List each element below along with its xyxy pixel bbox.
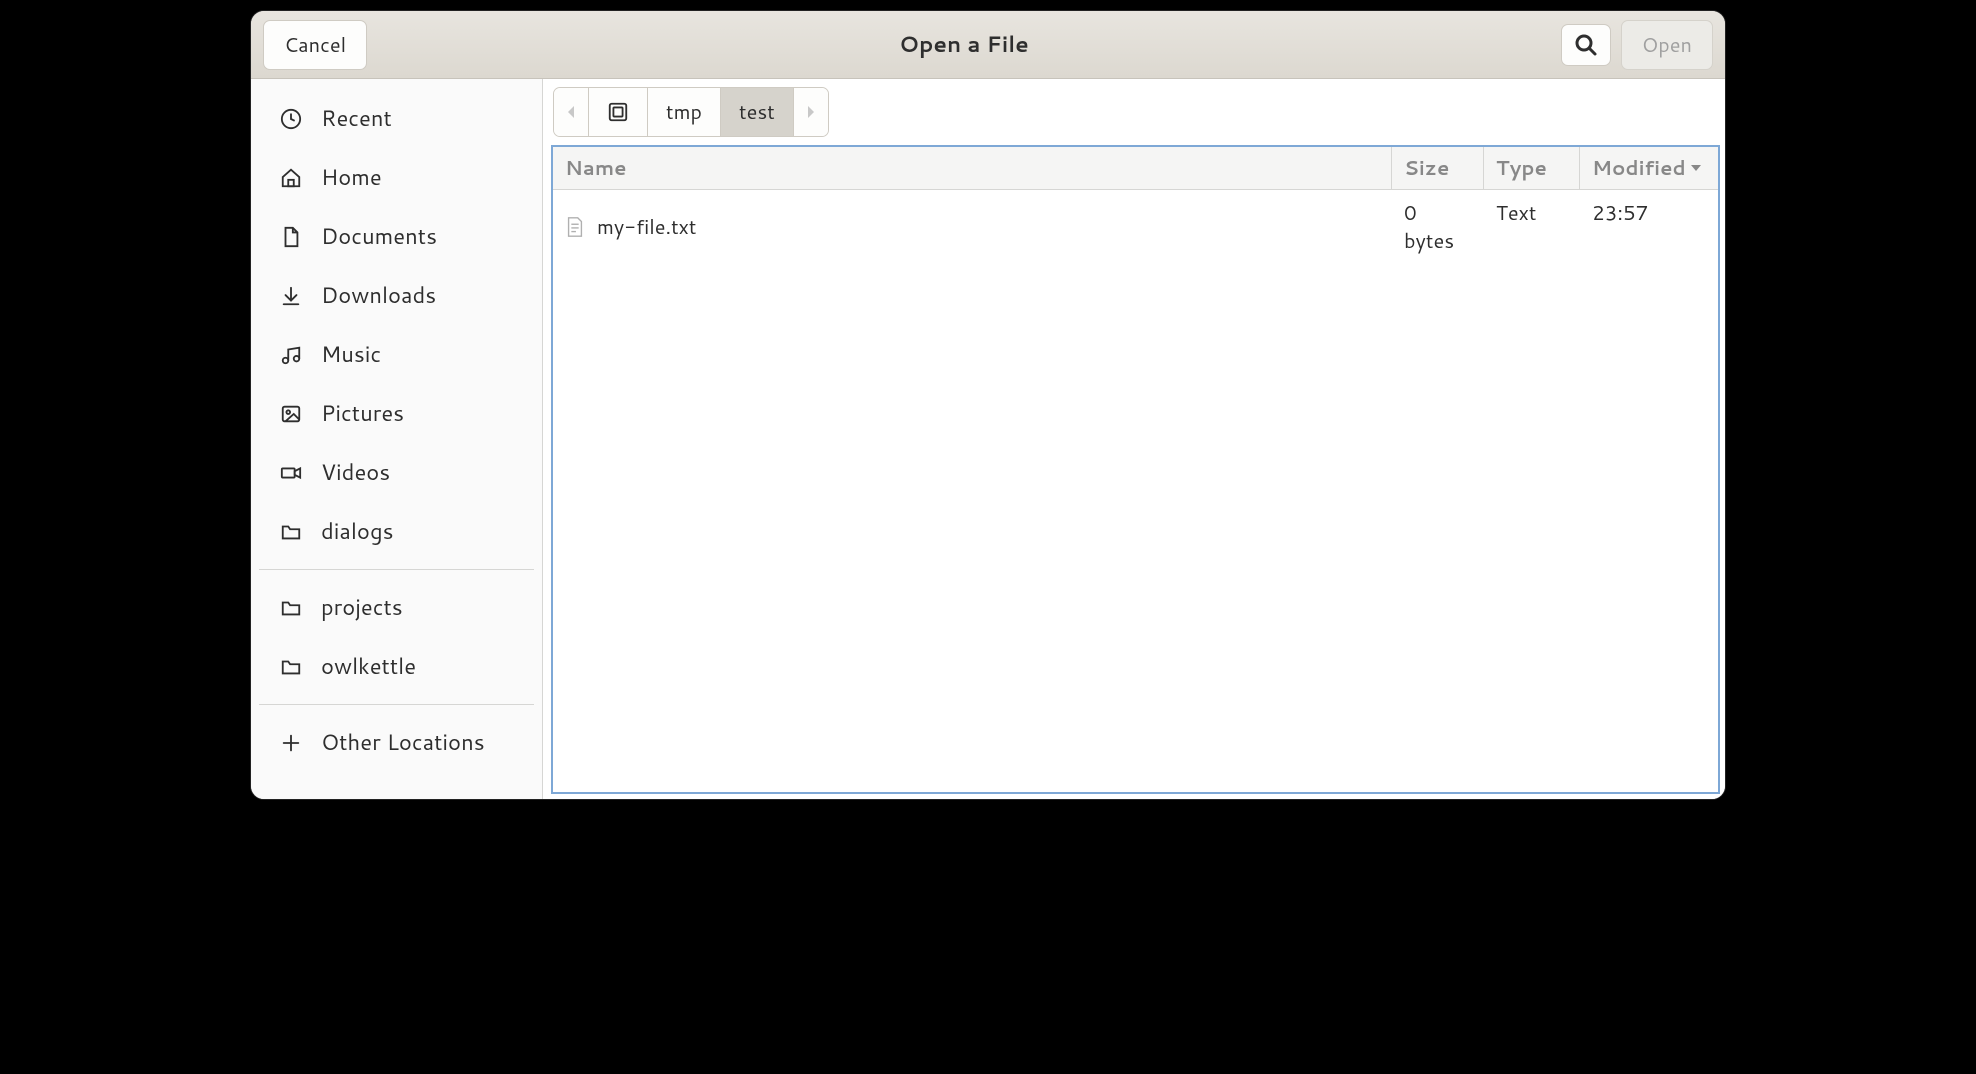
cancel-button[interactable]: Cancel [263,20,367,70]
sidebar-item-label: Videos [321,457,390,488]
home-icon [279,166,303,190]
sidebar-item-dialogs[interactable]: dialogs [251,502,542,561]
column-header-name[interactable]: Name [553,147,1392,189]
sidebar-separator [259,569,534,570]
sidebar-item-documents[interactable]: Documents [251,207,542,266]
search-icon [1574,33,1598,57]
open-button[interactable]: Open [1621,20,1713,70]
sidebar-item-music[interactable]: Music [251,325,542,384]
column-header-modified[interactable]: Modified [1580,147,1718,189]
path-segment-test[interactable]: test [721,88,794,136]
path-back[interactable] [554,88,589,136]
disk-icon [607,101,629,123]
dialog-body: Recent Home Documents Downloads Music Pi… [251,79,1725,799]
pathbar: tmp test [553,87,829,137]
sidebar-separator [259,704,534,705]
sidebar-item-label: Downloads [321,280,436,311]
sidebar-item-projects[interactable]: projects [251,578,542,637]
filelist-body[interactable]: my-file.txt 0 bytes Text 23:57 [553,190,1718,792]
videos-icon [279,461,303,485]
file-size: 0 bytes [1392,195,1484,259]
folder-icon [279,655,303,679]
file-name-cell: my-file.txt [553,195,1392,259]
file-chooser-dialog: Cancel Open a File Open Recent Home Docu… [250,10,1726,800]
path-forward[interactable] [794,88,828,136]
sort-desc-icon [1690,164,1702,172]
places-sidebar: Recent Home Documents Downloads Music Pi… [251,79,543,799]
pictures-icon [279,402,303,426]
path-segment-tmp[interactable]: tmp [648,88,721,136]
folder-icon [279,596,303,620]
sidebar-item-label: dialogs [321,516,394,547]
music-icon [279,343,303,367]
filelist-header: Name Size Type Modified [553,147,1718,190]
file-type: Text [1484,195,1580,259]
dialog-title: Open a File [377,29,1551,60]
documents-icon [279,225,303,249]
file-row[interactable]: my-file.txt 0 bytes Text 23:57 [553,190,1718,264]
sidebar-item-label: Music [321,339,381,370]
clock-icon [279,107,303,131]
sidebar-item-label: Recent [321,103,392,134]
folder-icon [279,520,303,544]
sidebar-item-videos[interactable]: Videos [251,443,542,502]
path-root[interactable] [589,88,648,136]
column-header-type[interactable]: Type [1484,147,1580,189]
pathbar-row: tmp test [543,79,1725,145]
sidebar-item-label: Pictures [321,398,404,429]
sidebar-item-other-locations[interactable]: Other Locations [251,713,542,772]
column-header-size[interactable]: Size [1392,147,1484,189]
search-button[interactable] [1561,24,1611,66]
titlebar: Cancel Open a File Open [251,11,1725,79]
sidebar-item-recent[interactable]: Recent [251,89,542,148]
sidebar-item-label: Home [321,162,382,193]
plus-icon [279,731,303,755]
downloads-icon [279,284,303,308]
sidebar-item-home[interactable]: Home [251,148,542,207]
sidebar-item-pictures[interactable]: Pictures [251,384,542,443]
filelist: Name Size Type Modified my-file.txt 0 [551,145,1720,794]
sidebar-item-label: projects [321,592,403,623]
file-modified: 23:57 [1580,195,1718,259]
main-area: tmp test Name Size Type Modified [543,79,1725,799]
sidebar-item-downloads[interactable]: Downloads [251,266,542,325]
sidebar-item-label: owlkettle [321,651,416,682]
sidebar-item-owlkettle[interactable]: owlkettle [251,637,542,696]
sidebar-item-label: Documents [321,221,437,252]
sidebar-item-label: Other Locations [321,727,485,758]
text-file-icon [565,216,585,238]
file-name: my-file.txt [597,213,696,241]
